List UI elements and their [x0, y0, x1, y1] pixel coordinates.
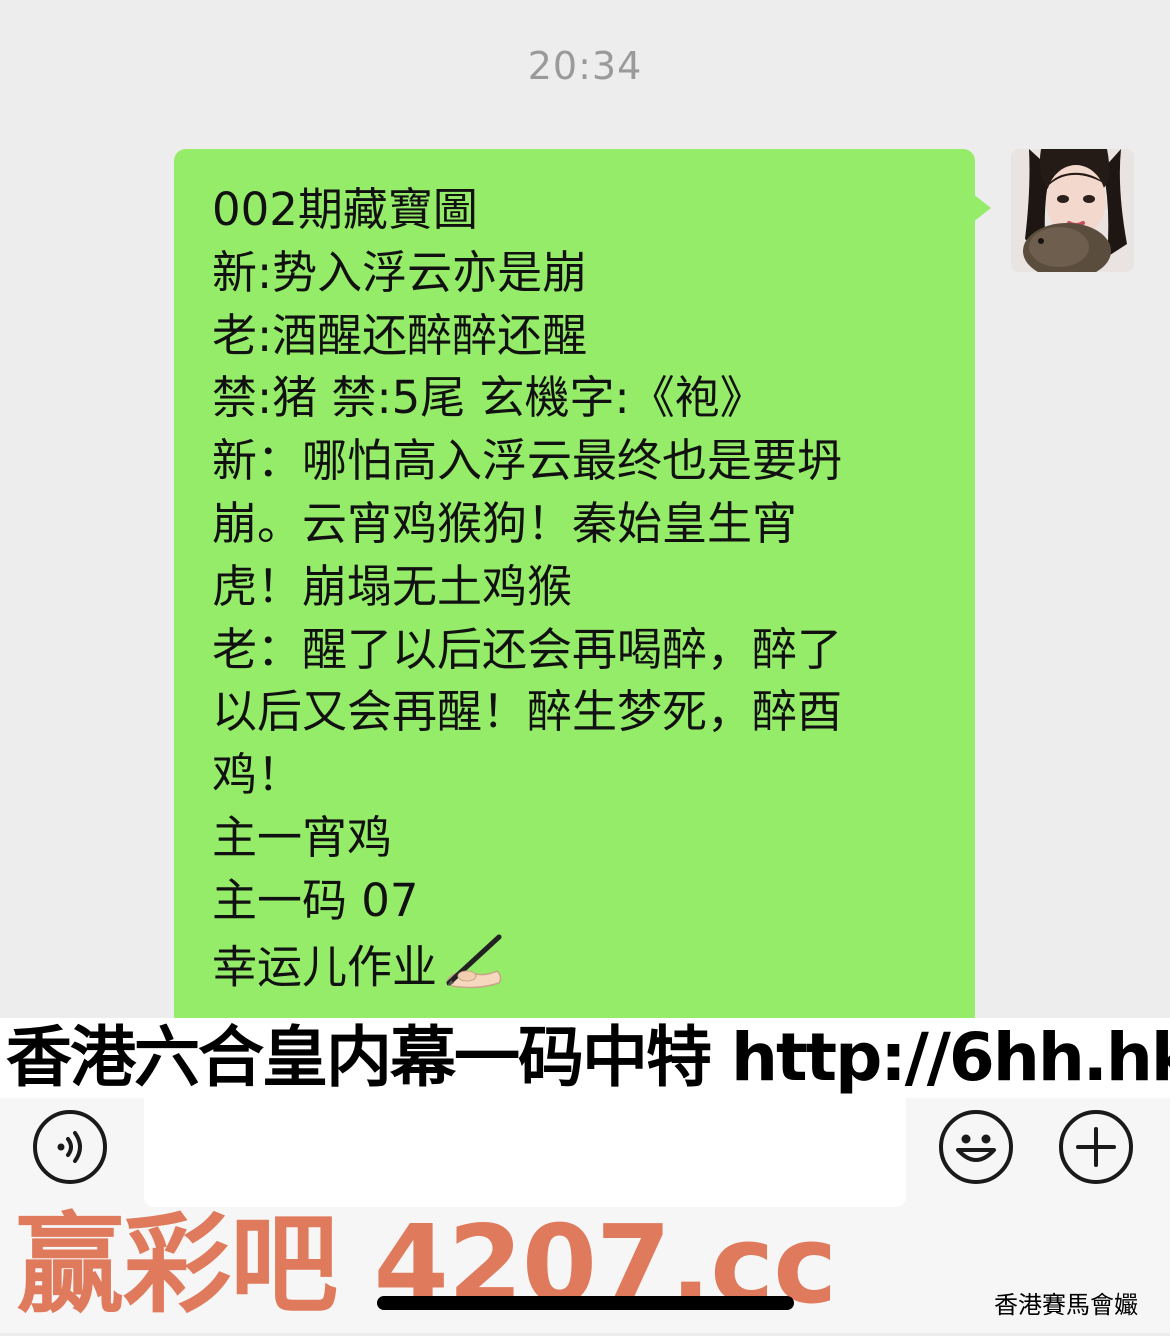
message-line: 崩。云宵鸡猴狗！秦始皇生宵 [212, 496, 798, 550]
emoji-button[interactable] [939, 1110, 1013, 1184]
message-input[interactable] [144, 1089, 906, 1207]
voice-button[interactable] [33, 1110, 107, 1184]
message-line: 老：醒了以后还会再喝醉，醉了 [212, 622, 843, 676]
message-timestamp: 20:34 [527, 44, 643, 88]
message-line: 新:势入浮云亦是崩 [212, 245, 588, 299]
writing-hand-icon [441, 933, 507, 1008]
advert-banner: 香港六合皇内幕一码中特 http://6hh.hk [0, 1018, 1170, 1098]
message-line: 002期藏寶圖 [212, 183, 478, 236]
message-line-text: 幸运儿作业 [212, 939, 438, 993]
home-indicator[interactable] [377, 1296, 794, 1310]
message-line: 主一宵鸡 [212, 810, 393, 864]
message-line: 禁:猪 禁:5尾 玄機字:《袍》 [212, 371, 765, 425]
message-bubble[interactable]: 002期藏寶圖 新:势入浮云亦是崩 老:酒醒还醉醉还醒 禁:猪 禁:5尾 玄機字… [174, 149, 975, 1027]
message-line-last: 幸运儿作业 [212, 933, 939, 1008]
message-line: 老:酒醒还醉醉还醒 [212, 308, 588, 362]
message-line: 鸡！ [212, 748, 303, 802]
bubble-tail [973, 194, 991, 222]
message-line: 新：哪怕高入浮云最终也是要坍 [212, 434, 843, 488]
watermark-text: 赢彩吧 4207.cc [16, 1203, 837, 1328]
user-avatar[interactable] [1011, 149, 1134, 272]
corner-label: 香港賽馬會孍 [994, 1291, 1138, 1319]
message-line: 主一码 07 [212, 873, 419, 927]
message-line: 虎！崩塌无土鸡猴 [212, 559, 573, 613]
add-button[interactable] [1059, 1110, 1133, 1184]
message-line: 以后又会再醒！醉生梦死，醉酉 [212, 685, 843, 739]
